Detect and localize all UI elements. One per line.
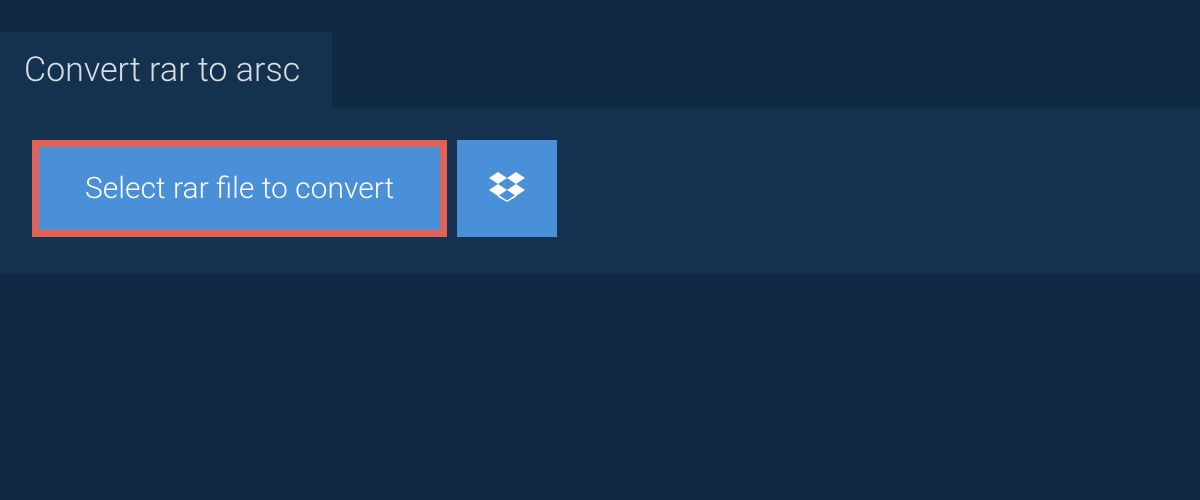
button-row: Select rar file to convert [32, 140, 1168, 237]
tab-header: Convert rar to arsc [0, 32, 332, 108]
select-file-label: Select rar file to convert [85, 171, 394, 206]
select-file-button[interactable]: Select rar file to convert [32, 140, 447, 237]
page-title: Convert rar to arsc [24, 50, 300, 90]
dropbox-button[interactable] [457, 140, 557, 237]
dropbox-icon [489, 169, 525, 208]
content-panel: Select rar file to convert [0, 108, 1200, 273]
